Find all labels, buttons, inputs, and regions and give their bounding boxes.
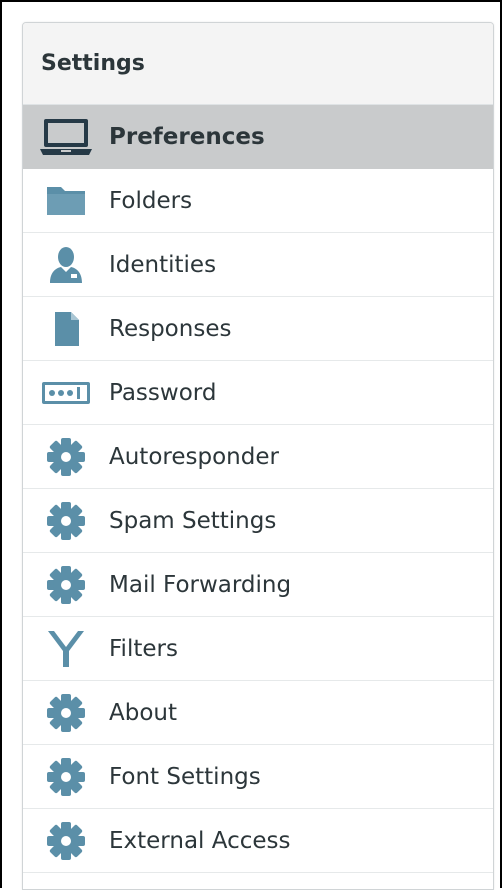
- gear-icon: [39, 821, 93, 861]
- sidebar-item-label: Spam Settings: [109, 507, 277, 534]
- sidebar-item-label: External Access: [109, 827, 291, 854]
- laptop-icon: [39, 117, 93, 157]
- sidebar-item-about[interactable]: About: [23, 681, 493, 745]
- sidebar-item-responses[interactable]: Responses: [23, 297, 493, 361]
- sidebar-item-label: Preferences: [109, 123, 265, 150]
- sidebar-item-label: Responses: [109, 315, 232, 342]
- sidebar-item-label: Mail Forwarding: [109, 571, 292, 598]
- settings-nav: Preferences Folders Identities Responses…: [23, 105, 493, 873]
- settings-header: Settings: [23, 23, 493, 105]
- sidebar-item-label: Folders: [109, 187, 193, 214]
- settings-title: Settings: [41, 51, 145, 76]
- sidebar-item-label: Password: [109, 379, 217, 406]
- sidebar-item-label: Filters: [109, 635, 178, 662]
- gear-icon: [39, 565, 93, 605]
- password-icon: [39, 373, 93, 413]
- sidebar-item-font-settings[interactable]: Font Settings: [23, 745, 493, 809]
- folder-icon: [39, 181, 93, 221]
- sidebar-item-external-access[interactable]: External Access: [23, 809, 493, 873]
- sidebar-item-label: Font Settings: [109, 763, 261, 790]
- sidebar-item-password[interactable]: Password: [23, 361, 493, 425]
- filter-icon: [39, 629, 93, 669]
- sidebar-item-filters[interactable]: Filters: [23, 617, 493, 681]
- gear-icon: [39, 501, 93, 541]
- gear-icon: [39, 693, 93, 733]
- sidebar-item-label: Identities: [109, 251, 217, 278]
- gear-icon: [39, 757, 93, 797]
- document-icon: [39, 309, 93, 349]
- sidebar-item-folders[interactable]: Folders: [23, 169, 493, 233]
- sidebar-item-autoresponder[interactable]: Autoresponder: [23, 425, 493, 489]
- user-icon: [39, 245, 93, 285]
- sidebar-item-mail-forwarding[interactable]: Mail Forwarding: [23, 553, 493, 617]
- sidebar-item-label: About: [109, 699, 178, 726]
- sidebar-item-preferences[interactable]: Preferences: [23, 105, 493, 169]
- sidebar-item-label: Autoresponder: [109, 443, 279, 470]
- settings-panel: Settings Preferences Folders Identities …: [22, 22, 494, 890]
- sidebar-item-spam-settings[interactable]: Spam Settings: [23, 489, 493, 553]
- gear-icon: [39, 437, 93, 477]
- sidebar-item-identities[interactable]: Identities: [23, 233, 493, 297]
